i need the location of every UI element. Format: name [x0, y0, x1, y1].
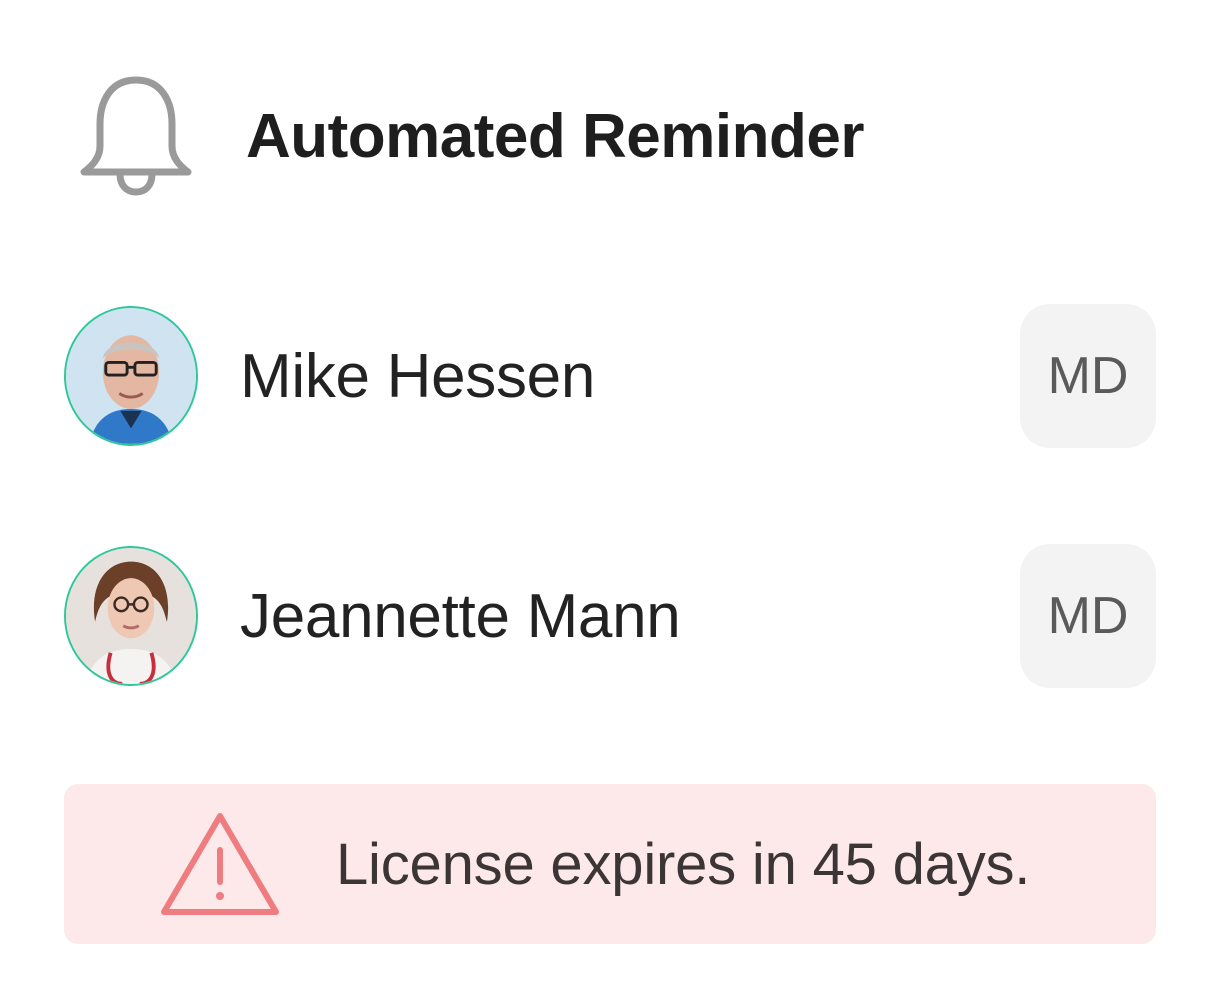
reminder-title: Automated Reminder: [246, 101, 864, 171]
reminder-header: Automated Reminder: [78, 74, 864, 198]
license-expiry-alert: License expires in 45 days.: [64, 784, 1156, 944]
person-row[interactable]: Jeannette Mann MD: [64, 544, 1156, 688]
warning-triangle-icon: [161, 813, 279, 915]
person-name: Jeannette Mann: [240, 581, 681, 651]
credential-badge: MD: [1020, 544, 1156, 688]
person-name: Mike Hessen: [240, 341, 596, 411]
avatar: [64, 546, 198, 686]
avatar: [64, 306, 198, 446]
bell-icon: [80, 76, 192, 196]
alert-message: License expires in 45 days.: [336, 831, 1031, 897]
credential-badge: MD: [1020, 304, 1156, 448]
person-row[interactable]: Mike Hessen MD: [64, 304, 1156, 448]
